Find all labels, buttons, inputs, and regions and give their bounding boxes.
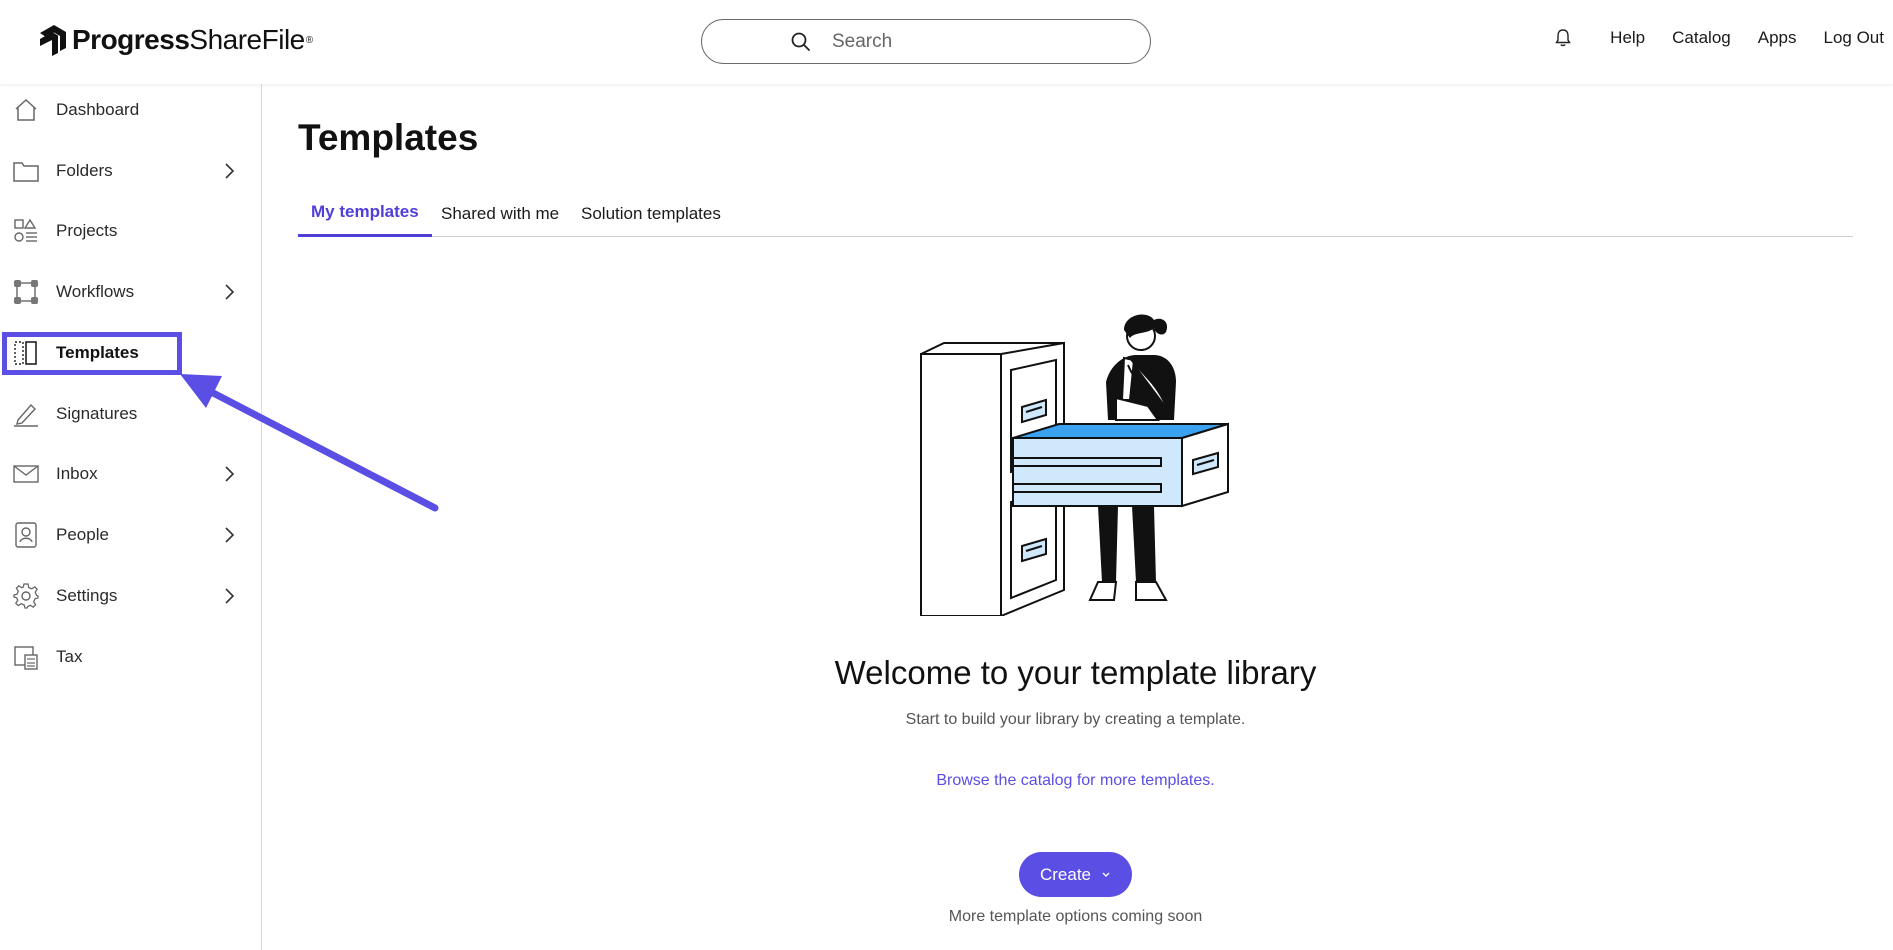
tab-shared-with-me[interactable]: Shared with me: [428, 190, 572, 237]
catalog-link[interactable]: Catalog: [1672, 28, 1731, 48]
sidebar-item-folders[interactable]: Folders: [0, 146, 262, 196]
workflow-icon: [14, 280, 38, 304]
gear-icon: [13, 583, 39, 609]
top-nav: Help Catalog Apps Log Out: [1554, 28, 1893, 48]
chevron-right-icon: [225, 284, 235, 300]
sidebar-item-label: Workflows: [56, 282, 135, 301]
pen-icon: [14, 403, 38, 427]
welcome-title: Welcome to your template library: [834, 654, 1317, 691]
template-tabs: My templates Shared with me Solution tem…: [298, 190, 1853, 237]
tab-solution-templates[interactable]: Solution templates: [568, 190, 734, 237]
home-icon: [15, 98, 37, 121]
top-header: Progress ShareFile ® Help Catalog Apps L…: [0, 0, 1893, 84]
sidebar: Dashboard Folders Projects Workflows Tem…: [0, 84, 262, 950]
chevron-right-icon: [225, 163, 235, 179]
chevron-down-icon: [1102, 872, 1110, 877]
annotation-arrow-icon: [180, 374, 439, 512]
sidebar-item-label: Inbox: [56, 464, 98, 483]
search-box[interactable]: [701, 19, 1151, 64]
mail-icon: [13, 465, 39, 483]
contact-icon: [15, 522, 37, 548]
sidebar-item-label: Dashboard: [56, 100, 140, 119]
bell-icon[interactable]: [1554, 28, 1572, 48]
create-button-label: Create: [1039, 864, 1092, 884]
sidebar-item-label: Folders: [56, 161, 113, 180]
welcome-subtitle: Start to build your library by creating …: [905, 711, 1246, 728]
sidebar-item-tax[interactable]: Tax: [0, 632, 262, 682]
help-link[interactable]: Help: [1610, 28, 1645, 48]
tab-my-templates[interactable]: My templates: [298, 190, 432, 237]
calculator-icon: [14, 646, 38, 670]
sidebar-item-label: Tax: [56, 647, 83, 666]
more-options-note: More template options coming soon: [948, 908, 1203, 925]
sidebar-item-label: Signatures: [56, 404, 138, 423]
apps-link[interactable]: Apps: [1758, 28, 1797, 48]
logo-brand-text: Progress: [72, 24, 190, 55]
log-out-link[interactable]: Log Out: [1824, 28, 1885, 48]
search-input[interactable]: [832, 28, 1132, 56]
sidebar-item-workflows[interactable]: Workflows: [0, 267, 262, 317]
progress-logo-icon: [40, 25, 66, 56]
folder-icon: [13, 162, 39, 182]
templates-highlight-box: [2, 332, 182, 375]
chevron-right-icon: [225, 588, 235, 604]
logo-product-text: ShareFile: [189, 24, 305, 55]
logo-registered-mark: ®: [305, 34, 314, 46]
page-title: Templates: [298, 117, 479, 158]
shapes-icon: [14, 218, 37, 242]
browse-catalog-link[interactable]: Browse the catalog for more templates.: [298, 772, 1853, 790]
sidebar-item-label: Projects: [56, 221, 118, 240]
create-button[interactable]: Create: [1019, 852, 1132, 897]
sidebar-item-label: Settings: [56, 586, 118, 605]
progress-sharefile-logo[interactable]: Progress ShareFile ®: [38, 20, 313, 60]
sidebar-item-dashboard[interactable]: Dashboard: [0, 85, 262, 135]
chevron-right-icon: [225, 527, 235, 543]
sidebar-item-people[interactable]: People: [0, 510, 262, 560]
sidebar-item-projects[interactable]: Projects: [0, 206, 262, 256]
sidebar-item-settings[interactable]: Settings: [0, 571, 262, 621]
search-icon: [791, 32, 810, 51]
sidebar-item-label: People: [56, 525, 109, 544]
file-cabinet-illustration: [920, 314, 1229, 616]
